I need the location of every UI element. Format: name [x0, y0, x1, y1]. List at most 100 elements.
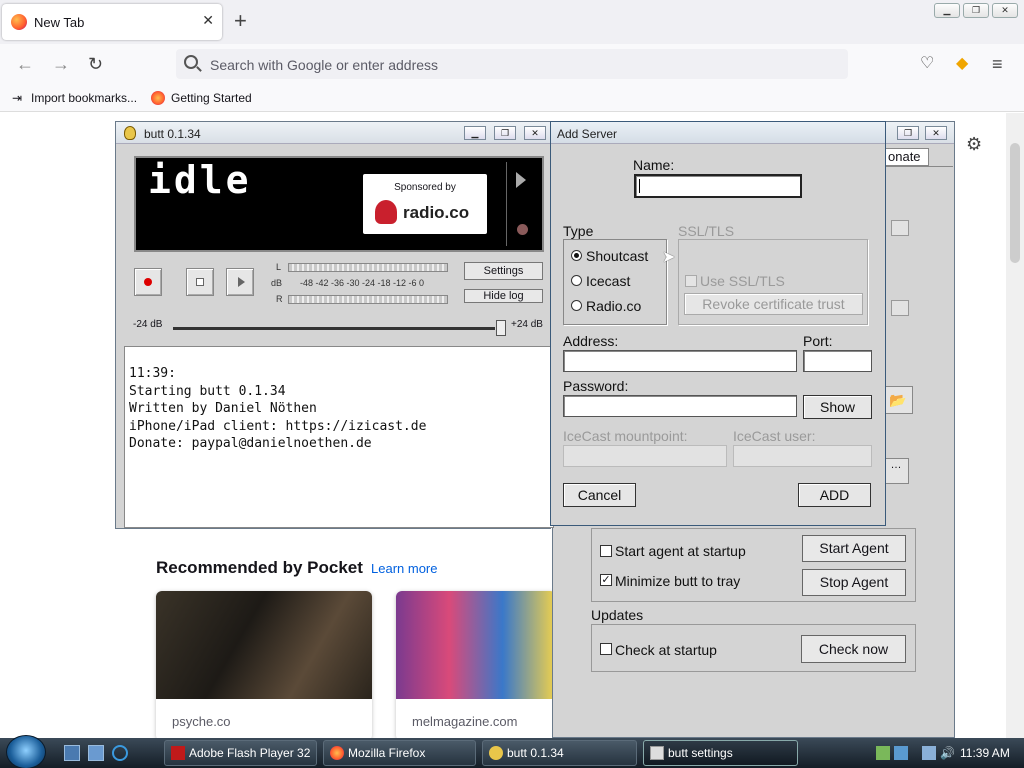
hide-log-button[interactable]: Hide log — [464, 289, 543, 303]
record-button[interactable] — [134, 268, 162, 296]
more-button[interactable]: … — [883, 458, 909, 484]
radio-icecast[interactable] — [571, 275, 582, 286]
mouse-cursor-icon: ➤ — [662, 249, 676, 266]
gear-icon[interactable]: ⚙ — [966, 134, 982, 155]
clock[interactable]: 11:39 AM — [960, 746, 1010, 760]
taskbar-item-label: butt 0.1.34 — [507, 746, 564, 760]
radio-shoutcast[interactable] — [571, 250, 582, 261]
check-now-button[interactable]: Check now — [801, 635, 906, 663]
gain-min-label: -24 dB — [133, 319, 163, 330]
tray-app-icon[interactable] — [894, 746, 908, 760]
switch-windows-icon[interactable] — [88, 745, 104, 761]
start-agent-button[interactable]: Start Agent — [802, 535, 906, 562]
start-agent-checkbox[interactable] — [600, 545, 612, 557]
restore-window-button[interactable]: ❐ — [963, 3, 989, 18]
tab-strip: New Tab ✕ + ▁ ❐ ✕ — [0, 0, 1024, 44]
settings-button[interactable]: Settings — [464, 262, 543, 280]
address-input[interactable] — [563, 350, 797, 372]
minimize-tray-checkbox[interactable]: ✓ — [600, 574, 612, 586]
icecast-user-label: IceCast user: — [733, 428, 816, 444]
firefox-icon — [330, 746, 344, 760]
close-tab-icon[interactable]: ✕ — [202, 12, 214, 29]
taskbar-item-flash[interactable]: Adobe Flash Player 32 — [164, 740, 317, 766]
restore-icon[interactable]: ❐ — [494, 126, 516, 140]
pocket-card[interactable]: psyche.co — [156, 591, 372, 741]
show-desktop-icon[interactable] — [64, 745, 80, 761]
pocket-icon[interactable]: ♡ — [920, 54, 934, 74]
icecast-user-input[interactable] — [733, 445, 872, 467]
extension-icon[interactable]: ◆ — [956, 54, 968, 74]
restore-icon[interactable]: ❐ — [897, 126, 919, 140]
show-password-button[interactable]: Show — [803, 395, 872, 419]
card-source: psyche.co — [172, 714, 231, 729]
close-icon[interactable]: ✕ — [925, 126, 947, 140]
vu-right-bar — [288, 295, 448, 304]
address-label: Address: — [563, 333, 619, 349]
taskbar-item-butt-settings[interactable]: butt settings — [643, 740, 798, 766]
tab-donate[interactable]: onate — [885, 148, 929, 166]
dropdown-arrow[interactable] — [891, 300, 909, 316]
type-label: Type — [563, 223, 594, 239]
taskbar-item-firefox[interactable]: Mozilla Firefox — [323, 740, 476, 766]
page-scrollbar[interactable] — [1006, 113, 1024, 738]
add-server-dialog: Add Server Name: Type Shoutcast Icecast … — [550, 121, 886, 526]
sponsor-caption: Sponsored by — [394, 182, 456, 193]
shoutcast-label: Shoutcast — [586, 248, 649, 264]
name-input[interactable] — [634, 174, 802, 198]
check-startup-checkbox[interactable] — [600, 643, 612, 655]
taskbar: Adobe Flash Player 32 Mozilla Firefox bu… — [0, 735, 1024, 768]
play-button[interactable] — [226, 268, 254, 296]
stop-agent-button[interactable]: Stop Agent — [802, 569, 906, 596]
forward-icon[interactable]: → — [52, 54, 70, 74]
gain-slider-knob[interactable] — [496, 320, 506, 336]
vu-meter: L dB -48 -42 -36 -30 -24 -18 -12 -6 0 R — [271, 262, 448, 306]
firefox-icon — [151, 91, 165, 105]
close-icon[interactable]: ✕ — [524, 126, 546, 140]
network-icon[interactable] — [876, 746, 890, 760]
taskbar-item-butt[interactable]: butt 0.1.34 — [482, 740, 637, 766]
start-button[interactable] — [6, 735, 46, 768]
new-tab-button[interactable]: + — [234, 8, 247, 34]
reload-icon[interactable]: ↻ — [88, 54, 103, 74]
mountpoint-input[interactable] — [563, 445, 727, 467]
use-ssl-checkbox[interactable] — [685, 275, 697, 287]
card-image — [156, 591, 372, 699]
sponsor-banner[interactable]: Sponsored by radio.co — [363, 174, 487, 234]
play-arrow-icon — [516, 172, 526, 188]
tab-new-tab[interactable]: New Tab ✕ — [2, 4, 222, 40]
card-source: melmagazine.com — [412, 714, 518, 729]
scrollbar-thumb[interactable] — [1010, 143, 1020, 263]
vu-right-label: R — [276, 294, 283, 304]
record-indicator-icon — [517, 224, 528, 235]
folder-icon[interactable]: 📂 — [883, 386, 913, 414]
minimize-window-button[interactable]: ▁ — [934, 3, 960, 18]
stop-button[interactable] — [186, 268, 214, 296]
password-input[interactable] — [563, 395, 797, 417]
gain-slider-track[interactable] — [173, 327, 495, 330]
close-window-button[interactable]: ✕ — [992, 3, 1018, 18]
window-icon — [650, 746, 664, 760]
updates-heading: Updates — [591, 607, 644, 623]
pocket-card[interactable]: melmagazine.com — [396, 591, 556, 741]
butt-app-icon — [489, 746, 503, 760]
internet-explorer-icon[interactable] — [112, 745, 128, 761]
butt-app-icon — [124, 126, 136, 140]
record-icon — [144, 278, 152, 286]
import-bookmarks-link[interactable]: Import bookmarks... — [31, 91, 137, 105]
volume-icon[interactable]: 🔊 — [940, 746, 955, 760]
radio-radio-co[interactable] — [571, 300, 582, 311]
add-button[interactable]: ADD — [798, 483, 871, 507]
dropdown-arrow[interactable] — [891, 220, 909, 236]
getting-started-link[interactable]: Getting Started — [171, 91, 252, 105]
port-input[interactable] — [803, 350, 872, 372]
ssl-label: SSL/TLS — [678, 223, 735, 239]
revoke-certificate-button[interactable]: Revoke certificate trust — [684, 293, 863, 315]
learn-more-link[interactable]: Learn more — [371, 561, 437, 576]
network-status-icon[interactable] — [922, 746, 936, 760]
minimize-icon[interactable]: ▁ — [464, 126, 486, 140]
menu-icon[interactable]: ≡ — [992, 54, 1003, 74]
vu-db-label: dB — [271, 278, 283, 288]
url-bar[interactable]: Search with Google or enter address — [176, 49, 848, 79]
cancel-button[interactable]: Cancel — [563, 483, 636, 507]
back-icon[interactable]: ← — [16, 54, 34, 74]
